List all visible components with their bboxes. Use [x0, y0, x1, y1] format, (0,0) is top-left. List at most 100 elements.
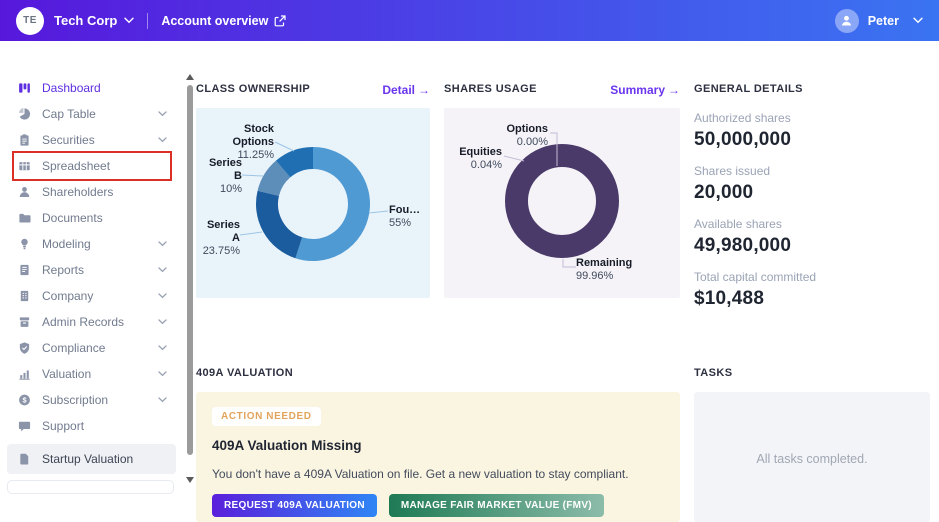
slice-name: Stock Options — [210, 123, 274, 149]
sidebar-item-spreadsheet[interactable]: Spreadsheet — [0, 153, 181, 179]
donut-label-series-a: Series A23.75% — [198, 219, 240, 258]
lightbulb-icon — [18, 237, 32, 251]
dashboard-icon — [18, 81, 32, 95]
sidebar-item-label: Support — [42, 419, 84, 433]
stat-value: 49,980,000 — [694, 235, 930, 257]
stat-available-shares: Available shares49,980,000 — [694, 217, 930, 257]
arrow-right-icon: → — [668, 83, 680, 97]
slice-name: Options — [484, 123, 548, 136]
sidebar-item-valuation[interactable]: Valuation — [0, 361, 181, 387]
org-name[interactable]: Tech Corp — [54, 13, 117, 28]
chevron-down-icon — [158, 293, 167, 299]
chevron-down-icon — [158, 137, 167, 143]
sidebar-item-label: Documents — [42, 211, 103, 225]
sidebar-item-label: Dashboard — [42, 81, 101, 95]
sidebar-item-compliance[interactable]: Compliance — [0, 335, 181, 361]
409a-valuation-title: 409A VALUATION — [196, 367, 293, 379]
sidebar-item-label: Reports — [42, 263, 84, 277]
slice-percent: 99.96% — [576, 270, 660, 283]
409a-missing-heading: 409A Valuation Missing — [212, 438, 664, 453]
chevron-down-icon — [158, 397, 167, 403]
donut-label-equities: Equities0.04% — [444, 146, 502, 172]
slice-name: Series B — [198, 157, 242, 183]
chevron-down-icon[interactable] — [124, 17, 134, 24]
sidebar-item-support[interactable]: Support — [0, 413, 181, 439]
chevron-down-icon[interactable] — [913, 17, 923, 24]
content-scrollbar — [186, 74, 194, 483]
slice-percent: 23.75% — [198, 245, 240, 258]
sidebar-item-admin-records[interactable]: Admin Records — [0, 309, 181, 335]
chevron-down-icon — [158, 319, 167, 325]
stat-total-capital-committed: Total capital committed$10,488 — [694, 270, 930, 310]
sidebar-item-dashboard[interactable]: Dashboard — [0, 75, 181, 101]
sidebar-item-documents[interactable]: Documents — [0, 205, 181, 231]
general-details-section: GENERAL DETAILS Authorized shares50,000,… — [694, 83, 930, 323]
scroll-up-icon[interactable] — [186, 74, 194, 80]
sidebar-item-modeling[interactable]: Modeling — [0, 231, 181, 257]
manage-fmv-button[interactable]: MANAGE FAIR MARKET VALUE (FMV) — [389, 494, 604, 517]
slice-percent: 0.04% — [444, 159, 502, 172]
chevron-down-icon — [158, 241, 167, 247]
sidebar-item-startup-valuation[interactable]: Startup Valuation — [7, 444, 176, 474]
sidebar-item-label: Securities — [42, 133, 95, 147]
records-icon — [18, 315, 32, 329]
shares-usage-summary-link[interactable]: Summary → — [610, 83, 680, 97]
building-icon — [18, 289, 32, 303]
tasks-title: TASKS — [694, 367, 732, 379]
sidebar-item-reports[interactable]: Reports — [0, 257, 181, 283]
report-icon — [18, 263, 32, 277]
slice-name: Remaining — [576, 257, 660, 270]
account-overview-label: Account overview — [161, 14, 268, 28]
person-icon — [18, 185, 32, 199]
request-409a-valuation-button[interactable]: REQUEST 409A VALUATION — [212, 494, 377, 517]
table-icon — [18, 159, 32, 173]
chevron-down-icon — [158, 111, 167, 117]
stat-value: 50,000,000 — [694, 129, 930, 151]
shares-usage-donut-chart: Options0.00%Equities0.04%Remaining99.96% — [444, 108, 680, 298]
bar-chart-icon — [18, 367, 32, 381]
pie-chart-icon — [18, 107, 32, 121]
sidebar-item-label: Valuation — [42, 367, 91, 381]
tasks-section: TASKS All tasks completed. — [694, 367, 930, 522]
general-details-title: GENERAL DETAILS — [694, 83, 803, 95]
sidebar-item-label: Shareholders — [42, 185, 113, 199]
dollar-icon: $ — [18, 393, 32, 407]
top-header: TE Tech Corp Account overview Peter — [0, 0, 939, 41]
user-name[interactable]: Peter — [868, 14, 899, 28]
document-icon — [18, 452, 32, 466]
stat-value: 20,000 — [694, 182, 930, 204]
scrollbar-thumb[interactable] — [187, 85, 193, 455]
409a-missing-body: You don't have a 409A Valuation on file.… — [212, 467, 664, 481]
external-link-icon — [274, 15, 286, 27]
shield-icon — [18, 341, 32, 355]
tasks-panel: All tasks completed. — [694, 392, 930, 522]
stat-label: Shares issued — [694, 164, 930, 178]
scroll-down-icon[interactable] — [186, 477, 194, 483]
main-content: CLASS OWNERSHIP Detail → Stock Options11… — [196, 41, 930, 522]
stat-shares-issued: Shares issued 20,000 — [694, 164, 930, 204]
sidebar-item-shareholders[interactable]: Shareholders — [0, 179, 181, 205]
org-logo[interactable]: TE — [16, 7, 44, 35]
person-icon — [840, 14, 853, 27]
409a-alert-panel: ACTION NEEDED 409A Valuation Missing You… — [196, 392, 680, 522]
class-ownership-title: CLASS OWNERSHIP — [196, 83, 310, 95]
sidebar-item-subscription[interactable]: $Subscription — [0, 387, 181, 413]
sidebar-item-cap-table[interactable]: Cap Table — [0, 101, 181, 127]
409a-valuation-section: 409A VALUATION ACTION NEEDED 409A Valuat… — [196, 367, 680, 522]
sidebar-item-label: Cap Table — [42, 107, 96, 121]
sidebar-item-company[interactable]: Company — [0, 283, 181, 309]
account-overview-link[interactable]: Account overview — [161, 14, 286, 28]
user-avatar[interactable] — [835, 9, 859, 33]
arrow-right-icon: → — [418, 83, 430, 97]
donut-label-series-b: Series B10% — [198, 157, 242, 196]
chevron-down-icon — [158, 345, 167, 351]
sidebar-item-label: Modeling — [42, 237, 91, 251]
class-ownership-detail-link[interactable]: Detail → — [382, 83, 430, 97]
stat-value: $10,488 — [694, 288, 930, 310]
slice-name: Equities — [444, 146, 502, 159]
sidebar-item-partial — [7, 480, 174, 494]
sidebar-item-label: Spreadsheet — [42, 159, 110, 173]
sidebar-nav: Dashboard Cap Table Securities Spreadsheet S… — [0, 41, 181, 490]
sidebar-item-securities[interactable]: Securities — [0, 127, 181, 153]
action-needed-badge: ACTION NEEDED — [212, 407, 321, 426]
